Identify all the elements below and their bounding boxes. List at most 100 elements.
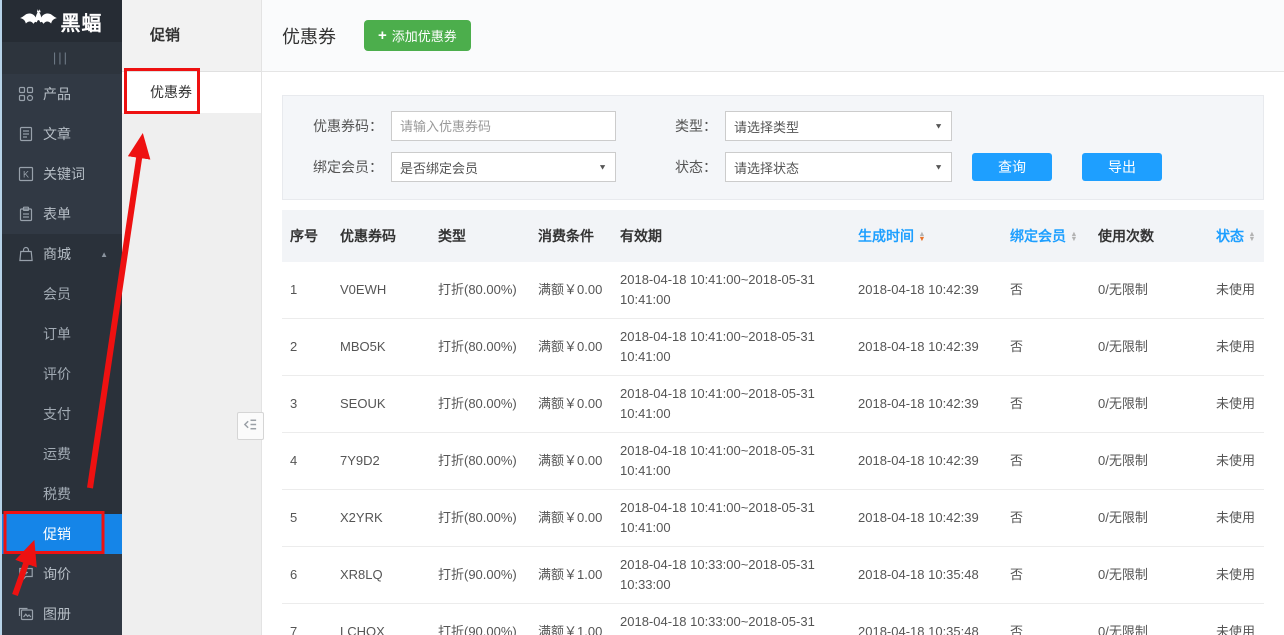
chevron-down-icon: ▼ (598, 163, 607, 172)
sidebar-subitem[interactable]: 评价 (0, 354, 122, 394)
status-select[interactable]: 请选择状态 ▼ (725, 152, 952, 182)
cell-condition: 满额￥0.00 (530, 280, 612, 300)
sidebar-subitem[interactable]: 运费 (0, 434, 122, 474)
cell-no: 4 (282, 451, 332, 471)
cell-validity: 2018-04-18 10:41:00~2018-05-31 10:41:00 (612, 441, 850, 481)
coupon-code-label: 优惠券码： (299, 116, 383, 136)
cell-status: 未使用 (1208, 622, 1264, 635)
sidebar-item-label: 关键词 (43, 164, 85, 184)
logo-text: 黑蝠 (61, 7, 103, 36)
window-edge (0, 0, 2, 635)
sidebar-item-albums[interactable]: 图册 (0, 594, 122, 634)
type-select[interactable]: 请选择类型 ▼ (725, 111, 952, 141)
cell-condition: 满额￥0.00 (530, 508, 612, 528)
main-content: 优惠券 + 添加优惠券 优惠券码： 类型： 请选择类型 ▼ 绑定会员： 是否绑定… (262, 0, 1284, 635)
panel-collapse-button[interactable] (237, 412, 264, 440)
sidebar-item-mall[interactable]: 商城▲ (0, 234, 122, 274)
cell-bound: 否 (1002, 622, 1090, 635)
status-select-value: 请选择状态 (734, 158, 799, 177)
cell-no: 6 (282, 565, 332, 585)
sidebar-collapse-toggle[interactable]: ||| (0, 42, 122, 74)
grid-icon (18, 86, 34, 102)
cell-usage: 0/无限制 (1090, 508, 1208, 528)
sidebar-item-inquiry[interactable]: 询价 (0, 554, 122, 594)
sidebar-item-articles[interactable]: 文章 (0, 114, 122, 154)
app-root: 黑蝠 ||| 产品文章K关键词表单商城▲会员订单评价支付运费税费促销询价图册 促… (0, 0, 1284, 635)
panel-header: 促销 (122, 0, 261, 72)
cell-no: 5 (282, 508, 332, 528)
column-header-status[interactable]: 状态▲▼ (1208, 226, 1264, 246)
cell-status: 未使用 (1208, 508, 1264, 528)
sidebar-subitem[interactable]: 会员 (0, 274, 122, 314)
cell-code: SEOUK (332, 394, 430, 414)
sort-icon: ▲▼ (1070, 231, 1078, 241)
cell-bound: 否 (1002, 451, 1090, 471)
cell-type: 打折(90.00%) (430, 622, 530, 635)
cell-usage: 0/无限制 (1090, 622, 1208, 635)
sidebar-item-label: 表单 (43, 204, 71, 224)
cell-no: 7 (282, 622, 332, 635)
cell-created: 2018-04-18 10:42:39 (850, 337, 1002, 357)
cell-status: 未使用 (1208, 337, 1264, 357)
chevron-down-icon: ▼ (934, 122, 943, 131)
export-button[interactable]: 导出 (1082, 153, 1162, 181)
filter-panel: 优惠券码： 类型： 请选择类型 ▼ 绑定会员： 是否绑定会员 ▼ 状态： 请选择… (282, 95, 1264, 200)
cell-condition: 满额￥1.00 (530, 622, 612, 635)
sidebar-subitem[interactable]: 税费 (0, 474, 122, 514)
chevron-down-icon: ▼ (934, 163, 943, 172)
member-select[interactable]: 是否绑定会员 ▼ (391, 152, 616, 182)
cell-created: 2018-04-18 10:42:39 (850, 451, 1002, 471)
add-coupon-button[interactable]: + 添加优惠券 (364, 20, 471, 51)
column-header-code: 优惠券码 (332, 226, 430, 246)
column-header-bound[interactable]: 绑定会员▲▼ (1002, 226, 1090, 246)
table-header-row: 序号优惠券码类型消费条件有效期生成时间▲▼绑定会员▲▼使用次数状态▲▼ (282, 210, 1264, 262)
sidebar: 黑蝠 ||| 产品文章 K 关键词表单商城▲会员订单评价支付运费税费促销询价图册 (0, 0, 122, 635)
table-row: 5X2YRK打折(80.00%)满额￥0.002018-04-18 10:41:… (282, 490, 1264, 547)
cell-usage: 0/无限制 (1090, 280, 1208, 300)
plus-icon: + (378, 28, 387, 43)
sidebar-item-label: 文章 (43, 124, 71, 144)
query-button[interactable]: 查询 (972, 153, 1052, 181)
type-select-value: 请选择类型 (734, 117, 799, 136)
column-header-label: 消费条件 (538, 226, 594, 246)
sidebar-nav: 产品文章 K 关键词表单商城▲会员订单评价支付运费税费促销询价图册 (0, 74, 122, 634)
column-header-label: 使用次数 (1098, 226, 1154, 246)
column-header-no: 序号 (282, 226, 332, 246)
status-label: 状态： (624, 157, 717, 177)
panel-item-coupon[interactable]: 优惠券 (122, 72, 261, 113)
table-row: 47Y9D2打折(80.00%)满额￥0.002018-04-18 10:41:… (282, 433, 1264, 490)
cell-bound: 否 (1002, 280, 1090, 300)
chevron-up-icon: ▲ (100, 250, 108, 259)
member-select-value: 是否绑定会员 (400, 158, 478, 177)
coupon-code-input[interactable] (391, 111, 616, 141)
add-coupon-label: 添加优惠券 (392, 26, 457, 45)
form-icon (18, 206, 34, 222)
cell-validity: 2018-04-18 10:41:00~2018-05-31 10:41:00 (612, 498, 850, 538)
column-header-usage: 使用次数 (1090, 226, 1208, 246)
type-label: 类型： (624, 116, 717, 136)
member-label: 绑定会员： (299, 157, 383, 177)
cell-validity: 2018-04-18 10:33:00~2018-05-31 10:33:00 (612, 555, 850, 595)
cell-code: V0EWH (332, 280, 430, 300)
cell-type: 打折(80.00%) (430, 337, 530, 357)
coupon-table: 序号优惠券码类型消费条件有效期生成时间▲▼绑定会员▲▼使用次数状态▲▼ 1V0E… (282, 210, 1264, 635)
column-header-label: 序号 (290, 226, 318, 246)
sidebar-subitem[interactable]: 促销 (0, 514, 122, 554)
sidebar-item-products[interactable]: 产品 (0, 74, 122, 114)
cell-validity: 2018-04-18 10:41:00~2018-05-31 10:41:00 (612, 384, 850, 424)
sidebar-subitem[interactable]: 订单 (0, 314, 122, 354)
svg-text:K: K (23, 170, 29, 180)
sidebar-item-keywords[interactable]: K 关键词 (0, 154, 122, 194)
sidebar-item-forms[interactable]: 表单 (0, 194, 122, 234)
column-header-created[interactable]: 生成时间▲▼ (850, 226, 1002, 246)
cell-condition: 满额￥0.00 (530, 451, 612, 471)
cell-usage: 0/无限制 (1090, 565, 1208, 585)
cell-validity: 2018-04-18 10:41:00~2018-05-31 10:41:00 (612, 270, 850, 310)
logo: 黑蝠 (0, 0, 122, 42)
sidebar-subitem[interactable]: 支付 (0, 394, 122, 434)
column-header-condition: 消费条件 (530, 226, 612, 246)
filter-row-2: 绑定会员： 是否绑定会员 ▼ 状态： 请选择状态 ▼ 查询 导出 (299, 152, 1263, 182)
cell-created: 2018-04-18 10:42:39 (850, 280, 1002, 300)
column-header-label: 类型 (438, 226, 466, 246)
album-icon (18, 606, 34, 622)
